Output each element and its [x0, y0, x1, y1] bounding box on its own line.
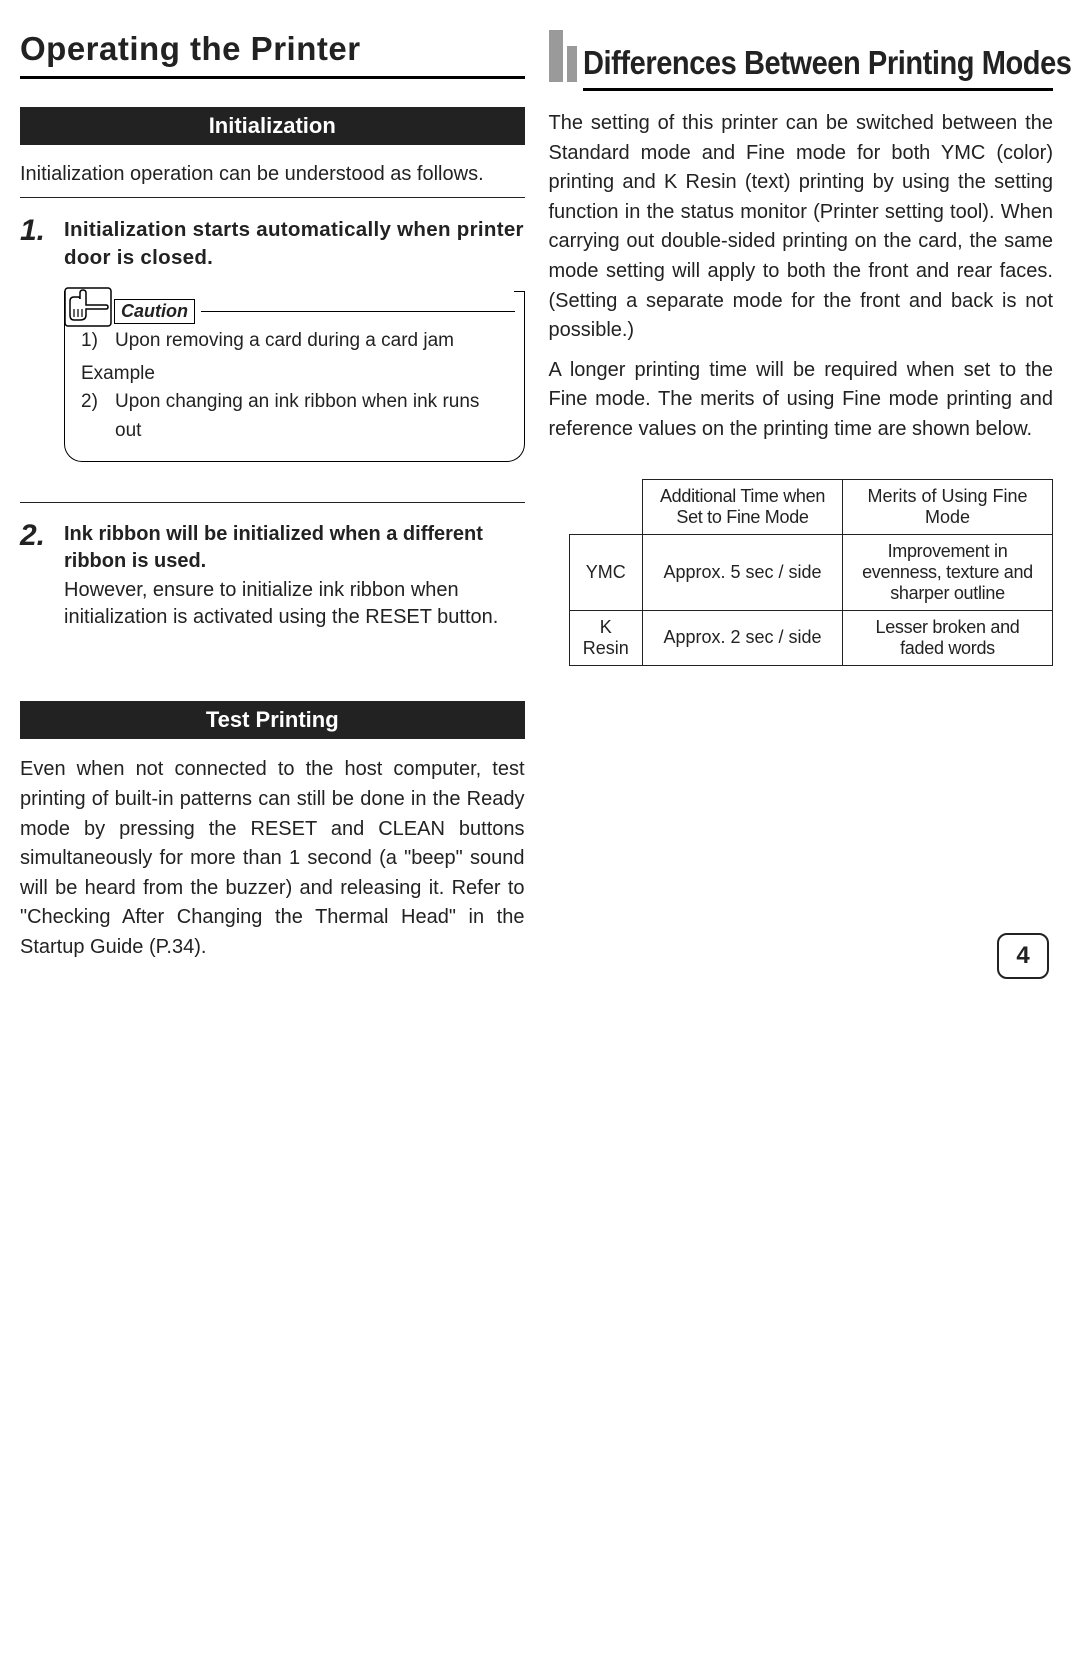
- modes-para-2: A longer printing time will be required …: [549, 356, 1054, 445]
- pointing-hand-icon: [64, 287, 112, 327]
- table-row: K Resin Approx. 2 sec / side Lesser brok…: [569, 610, 1053, 665]
- section-heading-test-printing: Test Printing: [20, 701, 525, 739]
- caution-label-wrap: Caution: [114, 299, 201, 324]
- modes-para-1: The setting of this printer can be switc…: [549, 109, 1054, 346]
- list-text: Upon removing a card during a card jam: [115, 327, 454, 356]
- thin-rule: [20, 502, 525, 503]
- step-2: 2. Ink ribbon will be initialized when a…: [20, 521, 525, 631]
- thin-rule: [20, 197, 525, 198]
- page-title-left: Operating the Printer: [20, 30, 525, 68]
- caution-line: [194, 311, 515, 312]
- right-column: Differences Between Printing Modes The s…: [549, 30, 1054, 963]
- section-heading-initialization: Initialization: [20, 107, 525, 145]
- page-number-value: 4: [1016, 942, 1029, 970]
- title-rule: [20, 76, 525, 79]
- caution-list: 1) Upon removing a card during a card ja…: [81, 327, 508, 445]
- example-label: Example: [81, 360, 508, 389]
- step-1-text: Initialization starts automatically when…: [64, 216, 525, 271]
- list-marker: 1): [81, 327, 105, 356]
- list-text: Upon changing an ink ribbon when ink run…: [115, 388, 508, 445]
- row-time: Approx. 2 sec / side: [643, 610, 843, 665]
- step-number: 1.: [20, 216, 54, 271]
- step-2-bold: Ink ribbon will be initialized when a di…: [64, 521, 525, 575]
- table-header-merits: Merits of Using Fine Mode: [843, 479, 1053, 534]
- left-column: Operating the Printer Initialization Ini…: [20, 30, 525, 963]
- page-content: Operating the Printer Initialization Ini…: [20, 30, 1053, 963]
- table-header-empty: [569, 479, 643, 534]
- row-merits: Improvement in evenness, texture and sha…: [843, 534, 1053, 610]
- step-number: 2.: [20, 521, 54, 631]
- row-label: K Resin: [569, 610, 643, 665]
- row-label: YMC: [569, 534, 643, 610]
- row-time: Approx. 5 sec / side: [643, 534, 843, 610]
- page-title-right: Differences Between Printing Modes: [583, 44, 1072, 82]
- title-rule: [583, 88, 1054, 91]
- fine-mode-table: Additional Time when Set to Fine Mode Me…: [569, 479, 1054, 666]
- row-merits: Lesser broken and faded words: [843, 610, 1053, 665]
- step-2-regular: However, ensure to initialize ink ribbon…: [64, 577, 525, 631]
- table-row: YMC Approx. 5 sec / side Improvement in …: [569, 534, 1053, 610]
- step-1: 1. Initialization starts automatically w…: [20, 216, 525, 271]
- caution-label: Caution: [114, 299, 195, 324]
- title-wrap: Differences Between Printing Modes: [549, 30, 1054, 82]
- list-marker: 2): [81, 388, 105, 445]
- caution-block: Caution 1) Upon removing a card during a…: [64, 291, 525, 462]
- table-row: Additional Time when Set to Fine Mode Me…: [569, 479, 1053, 534]
- initialization-lead: Initialization operation can be understo…: [20, 161, 525, 187]
- table-header-time: Additional Time when Set to Fine Mode: [643, 479, 843, 534]
- test-printing-body: Even when not connected to the host comp…: [20, 755, 525, 962]
- title-bars-icon: [549, 30, 577, 82]
- page-number: 4: [997, 933, 1049, 979]
